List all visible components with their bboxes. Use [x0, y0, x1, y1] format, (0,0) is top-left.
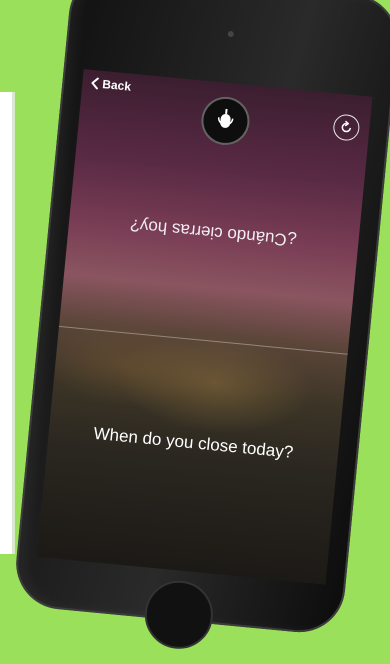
refresh-button[interactable]: [332, 113, 361, 142]
back-label: Back: [101, 77, 132, 94]
back-button[interactable]: Back: [90, 76, 132, 94]
english-translation: When do you close today?: [92, 423, 295, 462]
app-screen: Back ¿Cuándo cierras hoy? When do you cl…: [36, 69, 373, 585]
front-camera: [227, 30, 235, 38]
home-button[interactable]: [141, 577, 216, 652]
paper-edge: [12, 92, 15, 554]
chevron-left-icon: [91, 77, 99, 90]
divider: [58, 325, 348, 355]
refresh-icon: [341, 120, 352, 133]
phone-device: Back ¿Cuándo cierras hoy? When do you cl…: [12, 0, 390, 652]
microphone-button[interactable]: [199, 94, 252, 148]
spanish-translation: ¿Cuándo cierras hoy?: [129, 215, 298, 251]
microphone-icon: [218, 108, 234, 128]
